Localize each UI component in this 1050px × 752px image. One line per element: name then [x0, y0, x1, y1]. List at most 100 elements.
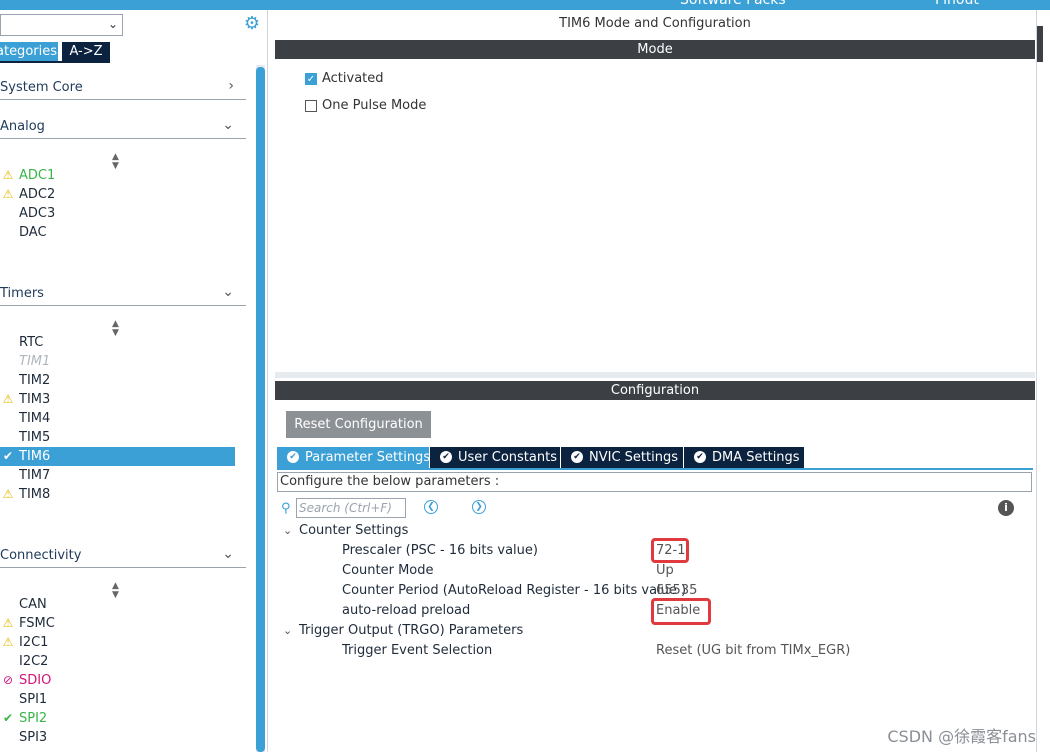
- item-label: TIM6: [19, 449, 51, 464]
- sidebar-item-tim3[interactable]: ⚠ TIM3: [0, 390, 235, 409]
- sidebar-item-spi2[interactable]: ✔ SPI2: [0, 709, 235, 728]
- warning-icon: ⚠: [2, 187, 14, 201]
- group-label: Counter Settings: [299, 523, 409, 538]
- item-label: SPI2: [19, 711, 48, 726]
- group-label: Trigger Output (TRGO) Parameters: [299, 623, 524, 638]
- sidebar-item-i2c1[interactable]: ⚠ I2C1: [0, 633, 235, 652]
- next-result-button[interactable]: ❯: [472, 500, 486, 514]
- sidebar-item-tim5[interactable]: TIM5: [0, 428, 235, 447]
- sidebar-item-adc2[interactable]: ⚠ ADC2: [0, 185, 235, 204]
- sidebar-item-dac[interactable]: DAC: [0, 223, 235, 242]
- tab-dma-settings[interactable]: ✔ DMA Settings: [684, 447, 804, 468]
- item-label: ADC3: [19, 206, 56, 221]
- sidebar-item-tim1[interactable]: TIM1: [0, 352, 235, 371]
- tab-nvic-settings[interactable]: ✔ NVIC Settings: [561, 447, 683, 468]
- item-label: FSMC: [19, 616, 55, 631]
- panel-divider[interactable]: [275, 372, 1035, 378]
- counter-settings-group[interactable]: ⌄ Counter Settings: [283, 523, 408, 538]
- trgo-parameters-group[interactable]: ⌄ Trigger Output (TRGO) Parameters: [283, 623, 523, 638]
- sidebar-item-spi3[interactable]: SPI3: [0, 728, 235, 747]
- check-circle-icon: ✔: [694, 451, 706, 463]
- item-label: CAN: [19, 597, 47, 612]
- mode-header: Mode: [275, 40, 1035, 59]
- section-timers[interactable]: Timers ⌄: [0, 284, 246, 306]
- counter-period-value[interactable]: 65535: [656, 583, 697, 598]
- right-edge-panel: [1036, 10, 1050, 752]
- sidebar-item-adc1[interactable]: ⚠ ADC1: [0, 166, 235, 185]
- search-icon: ⚲: [281, 501, 291, 516]
- sidebar-item-rtc[interactable]: RTC: [0, 333, 235, 352]
- tab-label: NVIC Settings: [589, 450, 678, 465]
- item-label: TIM1: [19, 354, 51, 369]
- categories-sidebar: ⌄ ⚙ ategories A->Z System Core › Analog …: [0, 10, 268, 752]
- tab-underline: [0, 61, 110, 63]
- app-root: Software Packs Pinout ⌄ ⚙ ategories A->Z…: [0, 0, 1050, 752]
- sidebar-item-tim7[interactable]: TIM7: [0, 466, 235, 485]
- prescaler-label: Prescaler (PSC - 16 bits value): [342, 543, 538, 558]
- item-label: I2C2: [19, 654, 49, 669]
- sidebar-item-i2c2[interactable]: I2C2: [0, 652, 235, 671]
- tab-parameter-settings[interactable]: ✔ Parameter Settings: [277, 447, 431, 468]
- tabs-underline: [277, 468, 1033, 470]
- tab-user-constants[interactable]: ✔ User Constants: [430, 447, 560, 468]
- category-filter-dropdown[interactable]: ⌄: [0, 14, 123, 36]
- item-label: SPI3: [19, 730, 48, 745]
- tab-a-to-z[interactable]: A->Z: [62, 42, 110, 62]
- pinout-menu[interactable]: Pinout: [935, 0, 979, 8]
- collapse-handle[interactable]: [1037, 26, 1043, 62]
- tab-label: Parameter Settings: [305, 450, 431, 465]
- sidebar-item-tim2[interactable]: TIM2: [0, 371, 235, 390]
- reset-configuration-button[interactable]: Reset Configuration: [286, 411, 431, 438]
- item-label: TIM3: [19, 392, 51, 407]
- tab-categories[interactable]: ategories: [0, 42, 58, 62]
- configuration-header: Configuration: [275, 381, 1035, 400]
- section-system-core[interactable]: System Core ›: [0, 78, 246, 100]
- item-label: TIM2: [19, 373, 51, 388]
- counter-period-label: Counter Period (AutoReload Register - 16…: [342, 583, 687, 598]
- info-icon[interactable]: i: [998, 500, 1014, 516]
- auto-reload-preload-label: auto-reload preload: [342, 603, 471, 618]
- one-pulse-label: One Pulse Mode: [322, 98, 427, 113]
- sidebar-item-sdio[interactable]: ⊘ SDIO: [0, 671, 235, 690]
- warning-icon: ⚠: [2, 168, 14, 182]
- mode-area: ✓ Activated One Pulse Mode: [275, 59, 1035, 381]
- watermark-text: CSDN @徐霞客fans: [887, 727, 1036, 746]
- warning-icon: ⚠: [2, 392, 14, 406]
- chevron-down-icon: ⌄: [222, 546, 234, 562]
- configure-parameters-label: Configure the below parameters :: [277, 472, 1032, 492]
- previous-result-button[interactable]: ❮: [424, 500, 438, 514]
- check-circle-icon: ✔: [440, 451, 452, 463]
- software-packs-menu[interactable]: Software Packs: [680, 0, 786, 8]
- sidebar-scrollbar[interactable]: [256, 67, 265, 752]
- counter-mode-label: Counter Mode: [342, 563, 434, 578]
- counter-mode-value[interactable]: Up: [656, 563, 674, 578]
- sidebar-item-adc3[interactable]: ADC3: [0, 204, 235, 223]
- item-label: ADC2: [19, 187, 56, 202]
- sidebar-item-fsmc[interactable]: ⚠ FSMC: [0, 614, 235, 633]
- sidebar-item-tim4[interactable]: TIM4: [0, 409, 235, 428]
- section-analog[interactable]: Analog ⌄: [0, 117, 246, 139]
- panel-title: TIM6 Mode and Configuration: [559, 16, 751, 31]
- sidebar-item-spi1[interactable]: SPI1: [0, 690, 235, 709]
- chevron-down-icon: ⌄: [283, 524, 293, 537]
- gear-icon[interactable]: ⚙: [242, 14, 262, 34]
- item-label: TIM8: [19, 487, 51, 502]
- search-input[interactable]: Search (Ctrl+F): [296, 498, 406, 518]
- check-circle-icon: ✔: [571, 451, 583, 463]
- warning-icon: ⚠: [2, 487, 14, 501]
- item-label: TIM5: [19, 430, 51, 445]
- warning-icon: ⚠: [2, 635, 14, 649]
- tim6-configuration-panel: TIM6 Mode and Configuration Mode ✓ Activ…: [275, 10, 1035, 752]
- item-label: DAC: [19, 225, 47, 240]
- trigger-event-selection-value[interactable]: Reset (UG bit from TIMx_EGR): [656, 643, 850, 658]
- item-label: ADC1: [19, 168, 56, 183]
- item-label: SPI1: [19, 692, 48, 707]
- chevron-down-icon: ⌄: [283, 624, 293, 637]
- sidebar-item-can[interactable]: CAN: [0, 595, 235, 614]
- item-label: I2C1: [19, 635, 49, 650]
- section-connectivity[interactable]: Connectivity ⌄: [0, 546, 246, 568]
- section-label: Timers: [0, 286, 44, 301]
- sidebar-item-tim8[interactable]: ⚠ TIM8: [0, 485, 235, 504]
- warning-icon: ⚠: [2, 616, 14, 630]
- sidebar-item-tim6[interactable]: ✔ TIM6: [0, 447, 235, 466]
